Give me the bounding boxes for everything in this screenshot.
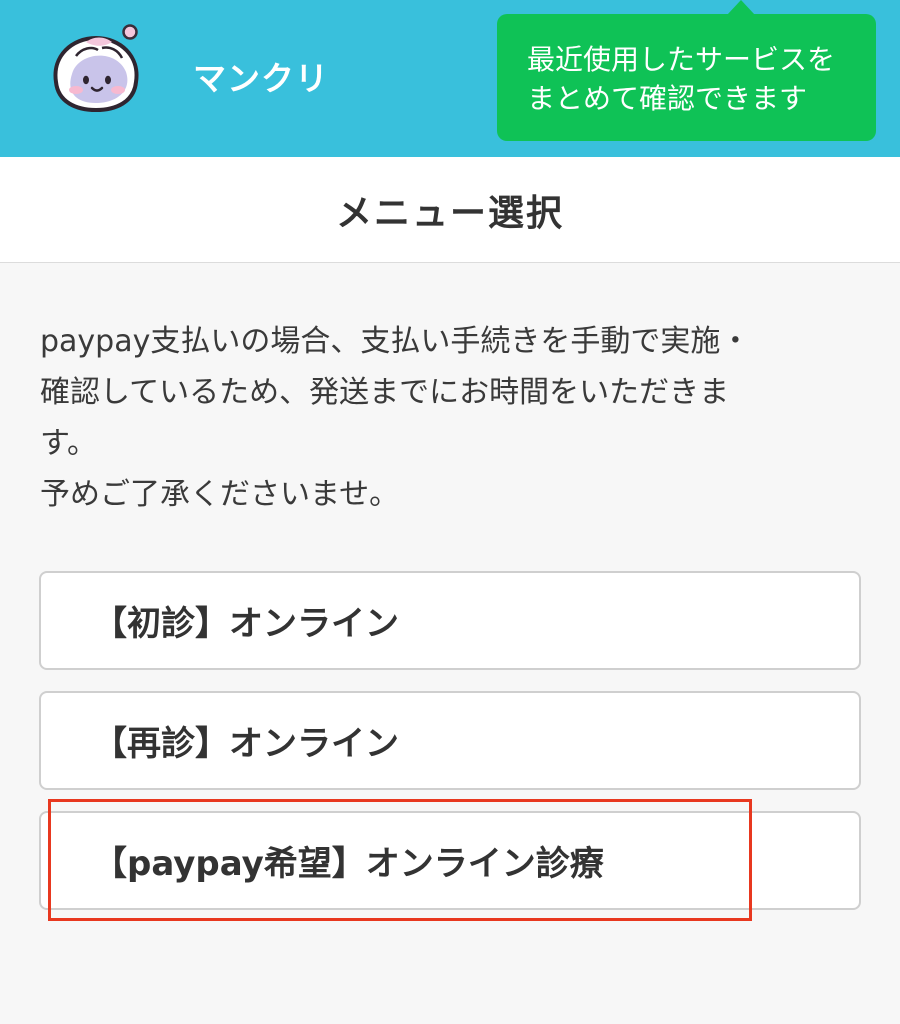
notice-line: 予めご了承くださいませ。 — [40, 477, 400, 512]
notice-line: paypay支払いの場合、支払い手続きを手動で実施・ — [40, 324, 751, 359]
notice-line: す。 — [40, 426, 97, 461]
tooltip-arrow — [727, 0, 755, 15]
payment-notice: paypay支払いの場合、支払い手続きを手動で実施・ 確認しているため、発送まで… — [40, 316, 860, 520]
menu-item-first-visit-online[interactable]: 【初診】オンライン — [39, 571, 861, 670]
menu-item-paypay-online[interactable]: 【paypay希望】オンライン診療 — [39, 811, 861, 910]
tooltip-text-line2: まとめて確認できます — [527, 82, 808, 115]
mochi-mascot-icon[interactable] — [46, 20, 150, 116]
recent-services-tooltip[interactable]: 最近使用したサービスを まとめて確認できます — [497, 14, 876, 141]
title-bar: メニュー選択 — [0, 157, 900, 263]
brand-name[interactable]: マンクリ — [193, 52, 329, 100]
menu-item-revisit-online[interactable]: 【再診】オンライン — [39, 691, 861, 790]
page-title: メニュー選択 — [335, 192, 564, 234]
notice-line: 確認しているため、発送までにお時間をいただきま — [40, 375, 730, 410]
tooltip-text-line1: 最近使用したサービスを — [527, 43, 836, 76]
